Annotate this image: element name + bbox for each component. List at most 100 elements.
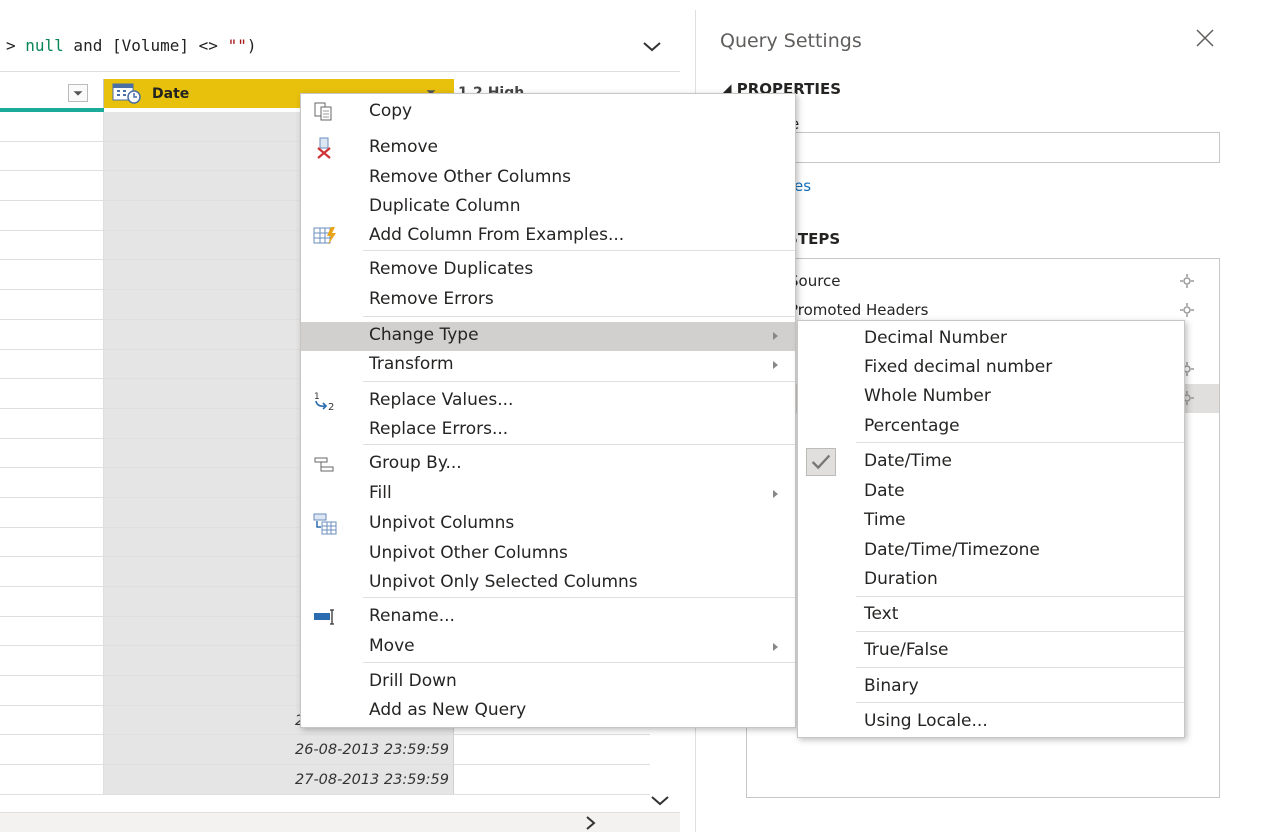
scroll-right-icon[interactable] xyxy=(580,813,602,832)
menu-item-duplicate-column[interactable]: Duplicate Column xyxy=(301,193,795,222)
cell[interactable] xyxy=(0,765,104,794)
menu-item-copy[interactable]: Copy xyxy=(301,98,795,127)
cell[interactable] xyxy=(0,735,104,765)
unpivot-icon xyxy=(313,513,337,535)
step-source[interactable]: Source xyxy=(747,267,1219,296)
submenu-separator xyxy=(856,631,1184,632)
menu-item-rename[interactable]: Rename... xyxy=(301,603,795,632)
menu-separator xyxy=(363,597,795,598)
submenu-arrow-icon xyxy=(773,332,778,340)
type-option-whole-number[interactable]: Whole Number xyxy=(798,383,1184,412)
menu-item-remove-errors[interactable]: Remove Errors xyxy=(301,286,795,315)
date-cell[interactable]: 26-08-2013 23:59:59 xyxy=(104,735,454,765)
menu-item-move[interactable]: Move xyxy=(301,633,795,662)
type-option-date[interactable]: Date xyxy=(798,478,1184,507)
menu-item-remove[interactable]: Remove xyxy=(301,134,795,163)
horizontal-scrollbar[interactable] xyxy=(0,812,680,832)
menu-item-remove-duplicates[interactable]: Remove Duplicates xyxy=(301,256,795,285)
gear-icon[interactable] xyxy=(1179,273,1195,289)
table-row[interactable]: 26-08-2013 23:59:59 xyxy=(0,735,650,766)
menu-item-fill[interactable]: Fill xyxy=(301,480,795,509)
menu-item-transform[interactable]: Transform xyxy=(301,351,795,380)
menu-item-unpivot-other-columns[interactable]: Unpivot Other Columns xyxy=(301,540,795,569)
cell[interactable] xyxy=(0,171,104,201)
cell[interactable] xyxy=(0,260,104,290)
type-option-date-time-timezone[interactable]: Date/Time/Timezone xyxy=(798,537,1184,566)
cell[interactable] xyxy=(0,438,104,468)
cell[interactable] xyxy=(0,646,104,676)
close-icon[interactable] xyxy=(1194,27,1216,49)
query-name-input[interactable]: _XRP xyxy=(744,132,1220,163)
menu-item-label: Rename... xyxy=(369,606,455,626)
type-option-using-locale[interactable]: Using Locale... xyxy=(798,708,1184,737)
cell[interactable] xyxy=(0,616,104,646)
cell[interactable] xyxy=(0,705,104,735)
gear-icon[interactable] xyxy=(1179,302,1195,318)
datetime-icon[interactable] xyxy=(112,82,146,104)
menu-item-add-as-new-query[interactable]: Add as New Query xyxy=(301,697,795,726)
menu-item-add-column-from-examples[interactable]: Add Column From Examples... xyxy=(301,222,795,251)
type-option-label: Duration xyxy=(864,569,938,589)
type-option-text[interactable]: Text xyxy=(798,601,1184,630)
type-option-true-false[interactable]: True/False xyxy=(798,637,1184,666)
cell[interactable] xyxy=(0,527,104,557)
menu-item-drill-down[interactable]: Drill Down xyxy=(301,668,795,697)
cell[interactable] xyxy=(0,557,104,586)
cell[interactable] xyxy=(0,676,104,705)
cell[interactable] xyxy=(0,587,104,616)
submenu-arrow-icon xyxy=(773,643,778,651)
cell[interactable] xyxy=(0,349,104,379)
menu-item-remove-other-columns[interactable]: Remove Other Columns xyxy=(301,164,795,193)
menu-item-replace-errors[interactable]: Replace Errors... xyxy=(301,416,795,445)
cell[interactable] xyxy=(0,408,104,438)
cell[interactable] xyxy=(0,379,104,408)
menu-item-label: Remove Other Columns xyxy=(369,167,572,187)
menu-item-label: Unpivot Only Selected Columns xyxy=(369,572,638,592)
type-option-time[interactable]: Time xyxy=(798,507,1184,536)
type-option-fixed-decimal-number[interactable]: Fixed decimal number xyxy=(798,354,1184,383)
expand-formula-icon[interactable] xyxy=(640,34,664,58)
menu-separator xyxy=(363,662,795,663)
step-label: Source xyxy=(789,272,841,290)
scroll-down-icon[interactable] xyxy=(648,791,672,811)
menu-item-unpivot-only-selected-columns[interactable]: Unpivot Only Selected Columns xyxy=(301,569,795,598)
type-option-decimal-number[interactable]: Decimal Number xyxy=(798,325,1184,354)
type-option-label: Decimal Number xyxy=(864,328,1008,348)
type-option-label: Text xyxy=(864,604,899,624)
menu-item-label: Replace Values... xyxy=(369,390,514,410)
type-option-binary[interactable]: Binary xyxy=(798,673,1184,702)
menu-item-unpivot-columns[interactable]: Unpivot Columns xyxy=(301,510,795,539)
formula-prefix: > xyxy=(6,36,26,55)
cell[interactable] xyxy=(0,230,104,260)
menu-item-change-type[interactable]: Change Type xyxy=(301,322,795,351)
type-option-label: Fixed decimal number xyxy=(864,357,1053,377)
cell[interactable] xyxy=(0,468,104,497)
menu-separator xyxy=(363,444,795,445)
cell[interactable] xyxy=(454,765,650,794)
group-by-icon xyxy=(313,453,337,475)
table-row[interactable]: 27-08-2013 23:59:59 xyxy=(0,765,650,795)
column-filter-button[interactable] xyxy=(68,84,88,102)
menu-item-group-by[interactable]: Group By... xyxy=(301,450,795,479)
menu-item-label: Remove Errors xyxy=(369,289,494,309)
cell[interactable] xyxy=(0,201,104,230)
cell[interactable] xyxy=(0,141,104,171)
menu-item-label: Replace Errors... xyxy=(369,419,509,439)
formula-text[interactable]: > null and [Volume] <> "") xyxy=(6,36,256,55)
cell[interactable] xyxy=(0,319,104,349)
menu-separator xyxy=(363,316,795,317)
cell[interactable] xyxy=(0,112,104,141)
menu-item-replace-values[interactable]: 1 2 Replace Values... xyxy=(301,387,795,416)
cell[interactable] xyxy=(0,497,104,527)
formula-suffix: ) xyxy=(246,36,257,55)
type-option-percentage[interactable]: Percentage xyxy=(798,413,1184,442)
type-option-date-time[interactable]: Date/Time xyxy=(798,448,1184,477)
date-cell[interactable]: 27-08-2013 23:59:59 xyxy=(104,765,454,794)
submenu-separator xyxy=(856,596,1184,597)
cell[interactable] xyxy=(454,735,650,764)
menu-item-label: Unpivot Columns xyxy=(369,513,515,533)
cell[interactable] xyxy=(0,290,104,319)
type-option-duration[interactable]: Duration xyxy=(798,566,1184,595)
column-header-previous[interactable] xyxy=(0,79,104,108)
formula-bar[interactable]: > null and [Volume] <> "") xyxy=(0,22,680,72)
